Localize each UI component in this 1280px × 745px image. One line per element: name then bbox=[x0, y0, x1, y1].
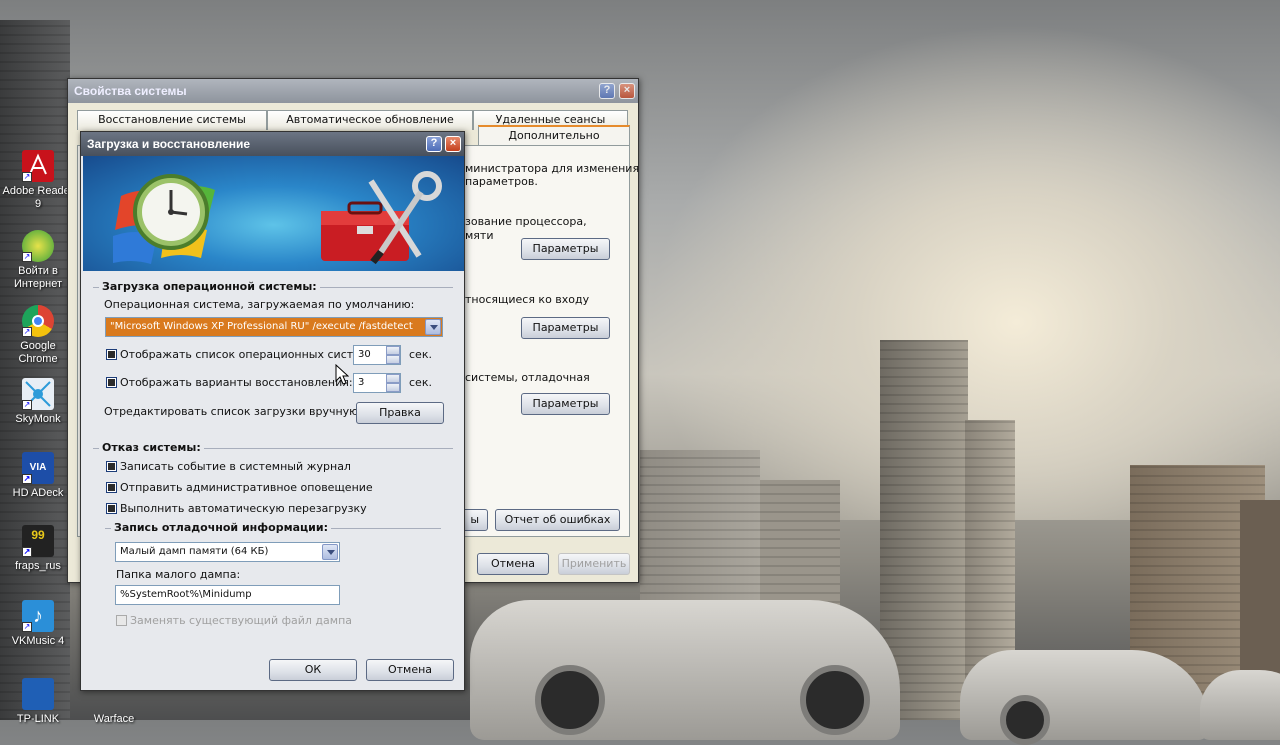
admin-text: министратора для изменения bbox=[465, 162, 640, 175]
dialog-help-button[interactable]: ? bbox=[426, 136, 442, 152]
default-os-value: "Microsoft Windows XP Professional RU" /… bbox=[110, 321, 413, 332]
auto-restart-label: Выполнить автоматическую перезагрузку bbox=[120, 502, 367, 515]
default-os-label: Операционная система, загружаемая по умо… bbox=[104, 298, 415, 311]
dialog-close-button[interactable]: × bbox=[445, 136, 461, 152]
internet-icon: ↗ bbox=[22, 230, 54, 262]
hd-adeck-icon: VIA ↗ bbox=[22, 452, 54, 484]
desktop-icon-vkmusic[interactable]: ♪ ↗ VKMusic 4 bbox=[0, 600, 76, 648]
profiles-text: тносящиеся ко входу bbox=[465, 293, 590, 306]
admin-text-2: параметров. bbox=[465, 175, 538, 188]
desktop-icon-google-chrome[interactable]: ↗ Google Chrome bbox=[0, 305, 76, 366]
dump-folder-label: Папка малого дампа: bbox=[116, 568, 241, 581]
system-properties-titlebar[interactable]: Свойства системы ? × bbox=[68, 79, 638, 103]
tab-automatic-updates[interactable]: Автоматическое обновление bbox=[267, 110, 473, 130]
startup-text: системы, отладочная bbox=[465, 371, 590, 384]
profiles-settings-button[interactable]: Параметры bbox=[521, 317, 610, 339]
desktop-icon-hd-adeck[interactable]: VIA ↗ HD ADeck bbox=[0, 452, 76, 500]
failure-group-title: Отказ системы: bbox=[99, 441, 204, 454]
performance-text-1: зование процессора, bbox=[465, 215, 587, 228]
write-event-label: Записать событие в системный журнал bbox=[120, 460, 351, 473]
send-alert-checkbox[interactable] bbox=[106, 482, 117, 493]
ok-button[interactable]: ОК bbox=[269, 659, 357, 681]
spin-down-icon[interactable] bbox=[386, 355, 400, 364]
desktop-icon-fraps[interactable]: 99 ↗ fraps_rus bbox=[0, 525, 76, 573]
dialog-cancel-button[interactable]: Отмена bbox=[366, 659, 454, 681]
dialog-title: Загрузка и восстановление bbox=[87, 137, 251, 151]
close-button[interactable]: × bbox=[619, 83, 635, 99]
auto-restart-checkbox[interactable] bbox=[106, 503, 117, 514]
dump-folder-input[interactable]: %SystemRoot%\Minidump bbox=[115, 585, 340, 605]
overwrite-dump-label: Заменять существующий файл дампа bbox=[130, 614, 353, 627]
startup-settings-button[interactable]: Параметры bbox=[521, 393, 610, 415]
skymonk-icon: ↗ bbox=[22, 378, 54, 410]
show-os-list-stepper[interactable]: 30 bbox=[353, 345, 401, 365]
clock-logo-icon bbox=[113, 174, 215, 264]
tp-link-icon bbox=[22, 678, 54, 710]
send-alert-label: Отправить административное оповещение bbox=[120, 481, 373, 494]
startup-recovery-dialog: Загрузка и восстановление ? × Загрузка о… bbox=[80, 131, 465, 691]
window-title: Свойства системы bbox=[74, 84, 187, 98]
performance-settings-button[interactable]: Параметры bbox=[521, 238, 610, 260]
desktop-icon-skymonk[interactable]: ↗ SkyMonk bbox=[0, 378, 76, 426]
desktop-icon-tp-link[interactable]: TP-LINK bbox=[0, 678, 76, 726]
overwrite-dump-checkbox[interactable] bbox=[116, 615, 127, 626]
mouse-cursor-icon bbox=[335, 364, 349, 385]
spin-up-icon[interactable] bbox=[386, 374, 400, 383]
desktop-icon-adobe-reader[interactable]: ↗ Adobe Reader 9 bbox=[0, 150, 76, 211]
write-event-checkbox[interactable] bbox=[106, 461, 117, 472]
default-os-dropdown[interactable]: "Microsoft Windows XP Professional RU" /… bbox=[105, 317, 443, 337]
chrome-icon: ↗ bbox=[22, 305, 54, 337]
tab-system-restore[interactable]: Восстановление системы bbox=[77, 110, 267, 130]
vkmusic-icon: ♪ ↗ bbox=[22, 600, 54, 632]
chevron-down-icon[interactable] bbox=[322, 544, 338, 560]
seconds-label-1: сек. bbox=[409, 348, 432, 361]
show-os-list-checkbox[interactable] bbox=[106, 349, 117, 360]
chevron-down-icon[interactable] bbox=[425, 319, 441, 335]
spin-up-icon[interactable] bbox=[386, 346, 400, 355]
show-os-list-label: Отображать список операционных систем: bbox=[120, 348, 372, 361]
fraps-icon: 99 ↗ bbox=[22, 525, 54, 557]
back-cancel-button[interactable]: Отмена bbox=[477, 553, 549, 575]
toolbox-icon bbox=[321, 171, 442, 265]
dialog-titlebar[interactable]: Загрузка и восстановление ? × bbox=[81, 132, 464, 156]
edit-boot-list-label: Отредактировать список загрузки вручную: bbox=[104, 405, 363, 418]
debug-type-dropdown[interactable]: Малый дамп памяти (64 КБ) bbox=[115, 542, 340, 562]
adobe-reader-icon: ↗ bbox=[22, 150, 54, 182]
apply-button[interactable]: Применить bbox=[558, 553, 630, 575]
desktop-icon-internet[interactable]: ↗ Войти в Интернет bbox=[0, 230, 76, 291]
seconds-label-2: сек. bbox=[409, 376, 432, 389]
boot-group-title: Загрузка операционной системы: bbox=[99, 280, 320, 293]
error-report-button[interactable]: Отчет об ошибках bbox=[495, 509, 620, 531]
show-recovery-label: Отображать варианты восстановления: bbox=[120, 376, 353, 389]
performance-text-2: мяти bbox=[465, 229, 494, 242]
show-recovery-stepper[interactable]: 3 bbox=[353, 373, 401, 393]
debug-type-value: Малый дамп памяти (64 КБ) bbox=[120, 546, 269, 557]
tab-advanced[interactable]: Дополнительно bbox=[478, 125, 630, 145]
spin-down-icon[interactable] bbox=[386, 383, 400, 392]
edit-button[interactable]: Правка bbox=[356, 402, 444, 424]
debug-group-title: Запись отладочной информации: bbox=[111, 521, 331, 534]
show-recovery-checkbox[interactable] bbox=[106, 377, 117, 388]
dialog-banner bbox=[83, 156, 464, 271]
help-button[interactable]: ? bbox=[599, 83, 615, 99]
